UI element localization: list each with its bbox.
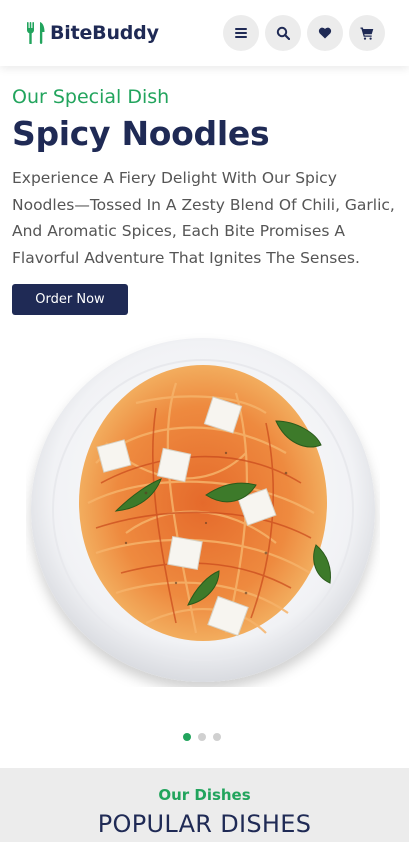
- hero-section: Our Special Dish Spicy Noodles Experienc…: [12, 86, 397, 271]
- carousel-dot-2[interactable]: [198, 733, 206, 741]
- carousel-dot-1[interactable]: [183, 733, 191, 741]
- carousel-dot-3[interactable]: [213, 733, 221, 741]
- brand-logo[interactable]: BiteBuddy: [26, 22, 159, 44]
- hero-description: Experience A Fiery Delight With Our Spic…: [12, 169, 395, 267]
- popular-dishes-section: Our Dishes POPULAR DISHES: [0, 768, 409, 842]
- section-title: POPULAR DISHES: [97, 810, 312, 838]
- spaghetti-plate-image: [26, 333, 380, 687]
- favorites-button[interactable]: [307, 15, 343, 51]
- hero-eyebrow: Our Special Dish: [12, 86, 170, 108]
- fork-knife-icon: [26, 22, 45, 44]
- order-now-button[interactable]: Order Now: [12, 284, 128, 315]
- brand-name: BiteBuddy: [50, 22, 159, 44]
- carousel-indicators: [183, 733, 221, 741]
- heart-icon: [318, 27, 332, 39]
- header-actions: [223, 15, 385, 51]
- site-header: BiteBuddy: [0, 0, 409, 66]
- search-button[interactable]: [265, 15, 301, 51]
- cart-button[interactable]: [349, 15, 385, 51]
- search-icon: [276, 26, 290, 40]
- hero-title: Spicy Noodles: [12, 114, 270, 153]
- cart-icon: [360, 27, 374, 40]
- menu-button[interactable]: [223, 15, 259, 51]
- menu-icon: [235, 28, 247, 38]
- section-eyebrow: Our Dishes: [158, 786, 251, 804]
